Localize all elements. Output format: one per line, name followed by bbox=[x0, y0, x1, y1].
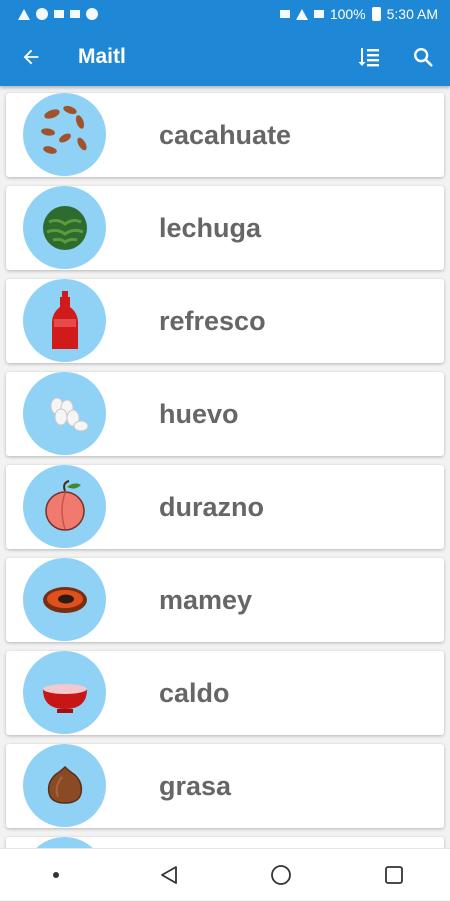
dot-icon bbox=[53, 871, 60, 878]
nav-recents-button[interactable] bbox=[364, 849, 424, 901]
arrow-back-icon bbox=[23, 49, 39, 65]
broth-bowl-icon bbox=[23, 651, 106, 734]
usb-icon bbox=[70, 10, 80, 18]
item-label: mamey bbox=[159, 584, 253, 615]
mamey-icon bbox=[23, 558, 106, 641]
search-icon bbox=[414, 48, 433, 67]
search-button[interactable] bbox=[396, 28, 450, 86]
status-bar: 100% 5:30 AM bbox=[0, 0, 450, 28]
sync-icon bbox=[36, 8, 48, 20]
lard-icon bbox=[23, 744, 106, 827]
item-label: durazno bbox=[159, 491, 264, 522]
warning-icon bbox=[18, 8, 30, 20]
item-label: huevo bbox=[159, 398, 239, 429]
page-title: Maitl bbox=[78, 45, 126, 68]
item-label: grasa bbox=[159, 770, 232, 801]
system-navigation-bar bbox=[0, 848, 450, 900]
wifi-icon bbox=[295, 8, 308, 20]
lettuce-icon bbox=[23, 186, 106, 269]
list-item[interactable]: huevo bbox=[6, 372, 444, 456]
square-recents-icon bbox=[384, 865, 403, 884]
list-item[interactable]: lechuga bbox=[6, 186, 444, 270]
clock: 5:30 AM bbox=[386, 6, 438, 22]
peanuts-icon bbox=[23, 93, 106, 176]
android-icon bbox=[86, 8, 98, 20]
item-label: caldo bbox=[159, 677, 230, 708]
item-label: cacahuate bbox=[159, 119, 292, 150]
battery-percent: 100% bbox=[329, 6, 366, 22]
image-icon bbox=[54, 10, 64, 18]
signal-icon bbox=[313, 10, 324, 18]
eggs-icon bbox=[23, 372, 106, 455]
sort-button[interactable] bbox=[342, 28, 396, 86]
list-item[interactable]: mamey bbox=[6, 558, 444, 642]
item-label: refresco bbox=[159, 305, 266, 336]
app-toolbar: Maitl bbox=[0, 28, 450, 86]
item-label: lechuga bbox=[159, 212, 262, 243]
battery-icon bbox=[371, 7, 381, 21]
list-item[interactable]: caldo bbox=[6, 651, 444, 735]
back-button[interactable] bbox=[0, 28, 62, 86]
list-item[interactable]: refresco bbox=[6, 279, 444, 363]
circle-home-icon bbox=[271, 864, 292, 885]
nav-dot-button[interactable] bbox=[26, 849, 86, 901]
soda-bottle-icon bbox=[23, 279, 106, 362]
nav-home-button[interactable] bbox=[251, 849, 311, 901]
list-item[interactable] bbox=[6, 837, 444, 848]
list-item[interactable]: grasa bbox=[6, 744, 444, 828]
nav-back-button[interactable] bbox=[139, 849, 199, 901]
list-item[interactable]: cacahuate bbox=[6, 93, 444, 177]
peach-icon bbox=[23, 465, 106, 548]
list-item[interactable]: durazno bbox=[6, 465, 444, 549]
system-icons: 100% 5:30 AM bbox=[279, 6, 438, 22]
food-list[interactable]: cacahuate lechuga refresco huevo durazno… bbox=[0, 86, 450, 848]
food-thumbnail bbox=[23, 837, 106, 848]
sort-icon bbox=[358, 48, 379, 67]
triangle-back-icon bbox=[160, 865, 177, 884]
vibrate-icon bbox=[279, 10, 290, 18]
notification-icons bbox=[18, 8, 98, 20]
